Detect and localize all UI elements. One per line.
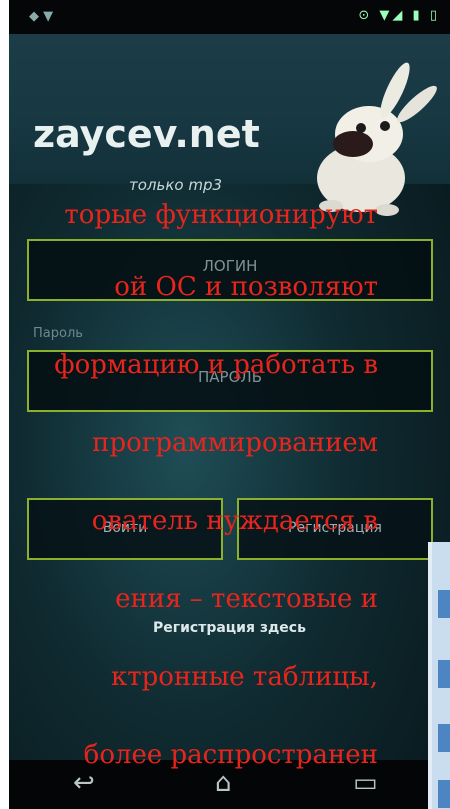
password-field[interactable]: ПАРОЛЬ bbox=[27, 350, 433, 412]
navigation-bar: ↩ ⌂ ▭ bbox=[9, 760, 450, 809]
fragment-row bbox=[438, 724, 450, 752]
password-placeholder: ПАРОЛЬ bbox=[198, 368, 262, 386]
app-slogan: только mp3 bbox=[129, 176, 223, 194]
signup-button[interactable]: Регистрация bbox=[237, 498, 433, 560]
register-link[interactable]: Регистрация здесь bbox=[9, 620, 450, 636]
recent-apps-icon[interactable]: ▭ bbox=[353, 768, 378, 798]
fragment-row bbox=[438, 590, 450, 618]
second-screenshot-fragment bbox=[428, 542, 450, 809]
login-button[interactable]: Войти bbox=[27, 498, 223, 560]
fragment-row bbox=[438, 780, 450, 808]
fragment-row bbox=[438, 660, 450, 688]
login-field[interactable]: ЛОГИН bbox=[27, 239, 433, 301]
status-bar: ◆ ▼ ⊙ ▼◢ ▮ ▯ bbox=[9, 0, 450, 34]
password-label: Пароль bbox=[33, 326, 83, 341]
login-button-label: Войти bbox=[102, 520, 148, 536]
status-right-icons: ⊙ ▼◢ ▮ ▯ bbox=[358, 8, 440, 23]
phone-screenshot: ◆ ▼ ⊙ ▼◢ ▮ ▯ zaycev.net только mp3 ЛОГИН… bbox=[9, 0, 450, 809]
home-icon[interactable]: ⌂ bbox=[215, 768, 232, 798]
login-placeholder: ЛОГИН bbox=[202, 257, 258, 275]
mascot-rabbit-icon bbox=[317, 62, 437, 216]
app-logo: zaycev.net bbox=[33, 112, 260, 156]
signup-button-label: Регистрация bbox=[288, 520, 382, 536]
back-icon[interactable]: ↩ bbox=[73, 768, 95, 798]
status-left-icons: ◆ ▼ bbox=[29, 9, 54, 24]
left-margin bbox=[0, 0, 9, 809]
